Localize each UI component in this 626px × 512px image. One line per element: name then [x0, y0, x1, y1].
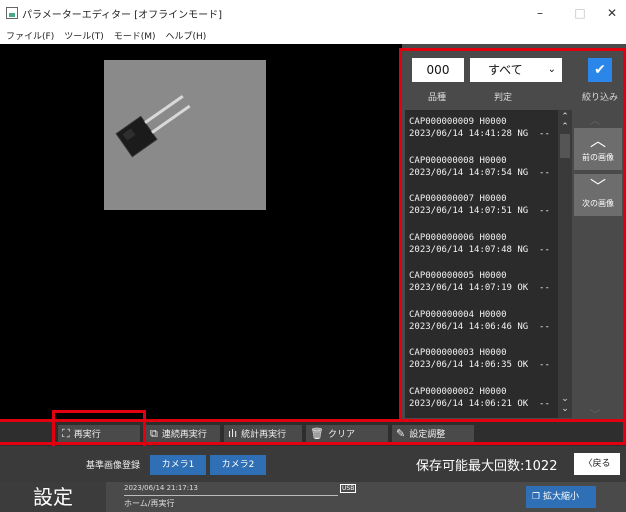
back-label: 戻る [592, 459, 611, 469]
chevron-left-icon: 〈 [583, 459, 593, 469]
window-icon: ❐ [532, 492, 543, 502]
max-save-count: 保存可能最大回数:1022 [416, 459, 558, 474]
app-icon [6, 7, 18, 19]
status-row: 基準画像登録 カメラ1 カメラ2 保存可能最大回数:1022 〈戻る [0, 446, 626, 482]
zoom-button[interactable]: ❐ 拡大縮小 [526, 486, 596, 508]
page-title: 設定 [0, 482, 106, 512]
current-time: 2023/06/14 21:17:13 [124, 484, 199, 492]
component-image [104, 60, 266, 210]
usb-badge: USB [340, 484, 357, 493]
image-viewer[interactable] [0, 44, 402, 422]
reference-image-label: 基準画像登録 [86, 461, 141, 471]
camera1-button[interactable]: カメラ1 [150, 455, 206, 475]
highlight-frame-panel [399, 48, 626, 424]
close-button[interactable]: ✕ [602, 4, 622, 22]
menu-file[interactable]: ファイル(F) [6, 29, 54, 42]
menu-mode[interactable]: モード(M) [114, 29, 156, 42]
menu-tools[interactable]: ツール(T) [64, 29, 104, 42]
title-bar: パラメーターエディター [オフラインモード] – □ ✕ [0, 0, 626, 26]
bottom-bar: 設定 2023/06/14 21:17:13 ホーム/再実行 USB ❐ 拡大縮… [0, 482, 626, 512]
minimize-button[interactable]: – [530, 4, 550, 22]
window-title: パラメーターエディター [オフラインモード] [22, 9, 222, 21]
breadcrumb: ホーム/再実行 [124, 499, 175, 508]
menu-bar: ファイル(F) ツール(T) モード(M) ヘルプ(H) [0, 26, 626, 44]
captured-image [104, 60, 266, 210]
menu-help[interactable]: ヘルプ(H) [166, 29, 207, 42]
back-button[interactable]: 〈戻る [574, 453, 620, 475]
divider [124, 495, 338, 496]
maximize-button[interactable]: □ [570, 4, 590, 22]
camera2-button[interactable]: カメラ2 [210, 455, 266, 475]
zoom-label: 拡大縮小 [542, 492, 579, 502]
